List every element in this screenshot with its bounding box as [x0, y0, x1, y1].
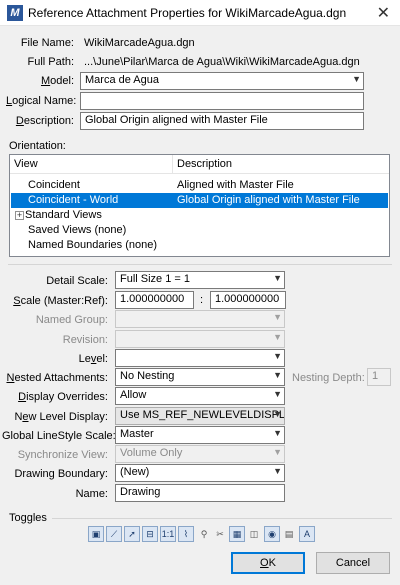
global-linestyle-scale-value: Master: [120, 428, 154, 440]
tree-row-view: Coincident - World: [28, 194, 119, 206]
ok-button[interactable]: OK: [231, 552, 305, 574]
revision-select: ▼: [115, 330, 285, 348]
synchronize-view-value: Volume Only: [120, 447, 183, 459]
section-divider: [8, 264, 392, 265]
ignore-attachment-icon[interactable]: ⚲: [196, 526, 212, 542]
tree-header: View Description: [10, 155, 389, 174]
drawing-boundary-label: Drawing Boundary:: [14, 468, 108, 480]
global-linestyle-scale-select[interactable]: Master ▼: [115, 426, 285, 444]
model-select-value: Marca de Agua: [85, 74, 159, 86]
tree-row-selected[interactable]: Coincident - World Global Origin aligned…: [11, 193, 388, 208]
annotation-icon[interactable]: ▤: [281, 526, 297, 542]
true-scale-icon[interactable]: ⌇: [178, 526, 194, 542]
tree-row[interactable]: Saved Views (none): [11, 223, 388, 238]
nested-attachments-label: Nested Attachments:: [6, 372, 108, 384]
global-linestyle-scale-label: Global LineStyle Scale:: [2, 430, 116, 442]
name-input[interactable]: Drawing: [115, 484, 285, 502]
display-overrides-label: Display Overrides:: [18, 391, 108, 403]
level-icon[interactable]: A: [299, 526, 315, 542]
column-header-view[interactable]: View: [14, 158, 38, 170]
locate-icon[interactable]: ➚: [124, 526, 140, 542]
full-path-value: ...\June\Pilar\Marca de Agua\Wiki\WikiMa…: [84, 56, 360, 68]
orientation-tree[interactable]: View Description Coincident Aligned with…: [9, 154, 390, 257]
tree-row[interactable]: Named Boundaries (none): [11, 238, 388, 253]
new-level-display-label: New Level Display:: [14, 411, 108, 423]
nesting-depth-label: Nesting Depth:: [292, 372, 365, 384]
snap-icon[interactable]: ⟋: [106, 526, 122, 542]
chevron-down-icon: ▼: [273, 389, 282, 399]
file-name-value: WikiMarcadeAgua.dgn: [84, 37, 195, 49]
light-icon[interactable]: ◉: [264, 526, 280, 542]
nested-attachments-select[interactable]: No Nesting ▼: [115, 368, 285, 386]
tree-row-description: Aligned with Master File: [177, 179, 294, 191]
chevron-down-icon: ▼: [273, 466, 282, 476]
chevron-down-icon: ▼: [273, 409, 282, 419]
chevron-down-icon: ▼: [273, 370, 282, 380]
tree-row-view: Saved Views (none): [28, 224, 127, 236]
chevron-down-icon: ▼: [273, 351, 282, 361]
detail-scale-value: Full Size 1 = 1: [120, 273, 191, 285]
column-header-description[interactable]: Description: [177, 158, 232, 170]
full-path-label: Full Path:: [27, 56, 74, 68]
named-group-select: ▼: [115, 310, 285, 328]
orientation-label: Orientation:: [9, 140, 66, 152]
file-name-label: File Name:: [20, 37, 74, 49]
chevron-down-icon: ▼: [273, 428, 282, 438]
description-label: Description:: [15, 115, 74, 127]
display-overrides-select[interactable]: Allow ▼: [115, 387, 285, 405]
detail-scale-select[interactable]: Full Size 1 = 1 ▼: [115, 271, 285, 289]
synchronize-view-label: Synchronize View:: [17, 449, 108, 461]
scale-label: Scale (Master:Ref):: [13, 295, 108, 307]
expand-plus-icon[interactable]: +: [15, 211, 24, 220]
cancel-button[interactable]: Cancel: [316, 552, 390, 574]
toggles-divider: [52, 518, 392, 519]
nesting-depth-input: 1: [367, 368, 391, 386]
scale-colon: :: [200, 294, 204, 306]
close-icon[interactable]: ✕: [377, 3, 390, 23]
scale-ref-input[interactable]: 1.000000000: [210, 291, 286, 309]
detail-scale-label: Detail Scale:: [46, 275, 108, 287]
logical-name-input[interactable]: [80, 92, 364, 110]
toggles-label: Toggles: [9, 512, 47, 524]
synchronize-view-select: Volume Only ▼: [115, 445, 285, 463]
title-bar: M Reference Attachment Properties for Wi…: [0, 0, 400, 26]
chevron-down-icon: ▼: [273, 273, 282, 283]
name-label: Name:: [75, 488, 108, 500]
tree-row-view: Coincident: [28, 179, 80, 191]
chevron-down-icon: ▼: [273, 332, 282, 342]
chevron-down-icon: ▼: [273, 312, 282, 322]
new-level-display-value: Use MS_REF_NEWLEVELDISPLAY Co: [120, 409, 285, 421]
lock-icon[interactable]: ⊟: [142, 526, 158, 542]
drawing-boundary-select[interactable]: (New) ▼: [115, 464, 285, 482]
microstation-logo-icon: M: [7, 5, 23, 21]
scale-linestyles-icon[interactable]: 1:1: [160, 526, 176, 542]
logical-name-label: Logical Name:: [6, 95, 77, 107]
clip-icon[interactable]: ✂: [212, 526, 228, 542]
display-overrides-value: Allow: [120, 389, 147, 401]
model-label: Model:: [40, 75, 74, 87]
chevron-down-icon: ▼: [273, 447, 282, 457]
level-label: Level:: [78, 353, 108, 365]
raster-icon[interactable]: ▦: [229, 526, 245, 542]
level-select[interactable]: ▼: [115, 349, 285, 367]
treat-as-element-icon[interactable]: ◫: [246, 526, 262, 542]
tree-row[interactable]: + Standard Views: [11, 208, 388, 223]
chevron-down-icon: ▼: [352, 74, 361, 84]
window-title: Reference Attachment Properties for Wiki…: [28, 6, 347, 20]
description-input[interactable]: Global Origin aligned with Master File: [80, 112, 364, 130]
new-level-display-select[interactable]: Use MS_REF_NEWLEVELDISPLAY Co ▼: [115, 407, 285, 425]
revision-label: Revision:: [62, 334, 108, 346]
tree-row-description: Global Origin aligned with Master File: [177, 194, 360, 206]
column-separator: [172, 155, 173, 174]
scale-master-input[interactable]: 1.000000000: [115, 291, 194, 309]
tree-row-view: Standard Views: [25, 209, 102, 221]
drawing-boundary-value: (New): [120, 466, 150, 478]
tree-row[interactable]: Coincident Aligned with Master File: [11, 178, 388, 193]
tree-row-view: Named Boundaries (none): [28, 239, 158, 251]
named-group-label: Named Group:: [35, 314, 108, 326]
display-icon[interactable]: ▣: [88, 526, 104, 542]
model-select[interactable]: Marca de Agua ▼: [80, 72, 364, 90]
nested-attachments-value: No Nesting: [120, 370, 175, 382]
